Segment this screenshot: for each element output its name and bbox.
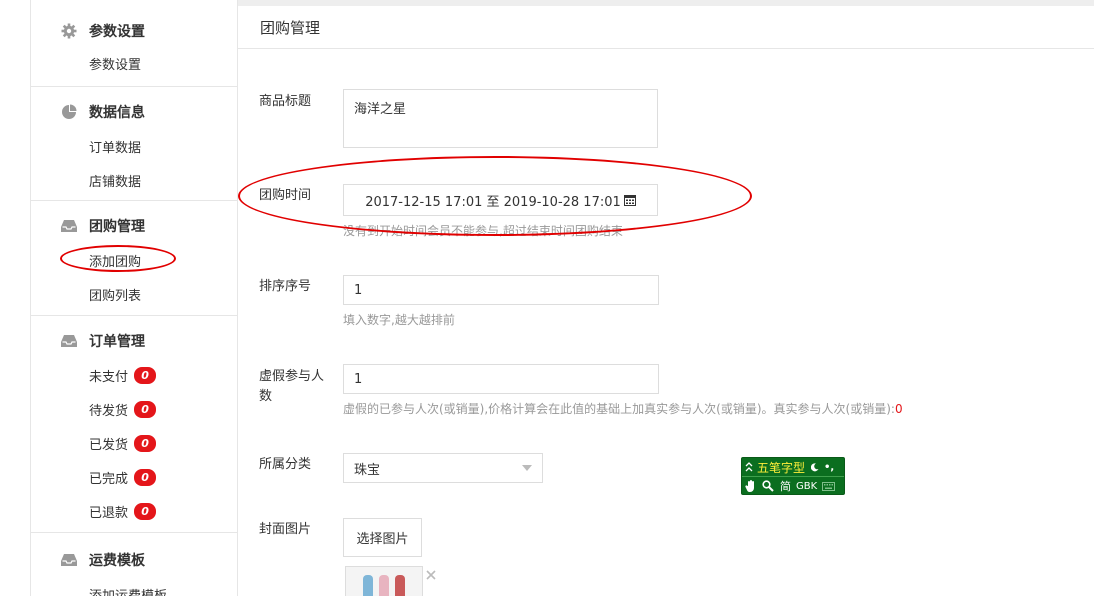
sidebar: 参数设置 参数设置 数据信息 订单数据 店铺数据 团购管理 添加团购 团购列表 xyxy=(30,0,238,596)
sidebar-item-order-data[interactable]: 订单数据 xyxy=(31,129,237,163)
title-textarea[interactable]: 海洋之星 xyxy=(343,89,658,148)
category-value: 珠宝 xyxy=(354,462,381,478)
sort-value: 1 xyxy=(354,282,363,298)
sidebar-item-add-shipping-template[interactable]: 添加运费模板 xyxy=(31,577,237,596)
sidebar-group-head-params[interactable]: 参数设置 xyxy=(31,16,237,46)
sidebar-item-shipped[interactable]: 已发货 0 xyxy=(31,426,237,460)
cover-image-label: 封面图片 xyxy=(259,522,312,537)
sidebar-item-shop-data[interactable]: 店铺数据 xyxy=(31,163,237,197)
inbox-icon xyxy=(61,333,77,349)
ime-mode-label[interactable]: 五笔字型 xyxy=(757,459,805,476)
page-title: 团购管理 xyxy=(260,18,321,37)
sidebar-group-title: 参数设置 xyxy=(89,24,145,40)
moon-icon[interactable] xyxy=(811,462,819,472)
keyboard-icon[interactable] xyxy=(822,481,836,491)
count-badge: 0 xyxy=(134,502,157,520)
page-header: 团购管理 xyxy=(238,6,1094,49)
sidebar-item-groupbuy-list[interactable]: 团购列表 xyxy=(31,277,237,311)
sidebar-group-title: 订单管理 xyxy=(89,334,145,350)
sidebar-item-label: 待发货 xyxy=(89,403,129,419)
sidebar-item-refunded[interactable]: 已退款 0 xyxy=(31,494,237,528)
pie-chart-icon xyxy=(61,104,77,120)
select-image-label: 选择图片 xyxy=(356,532,409,547)
sidebar-item-to-ship[interactable]: 待发货 0 xyxy=(31,392,237,426)
ime-toolbar-bottom-row: 简 GBK xyxy=(742,477,844,495)
sidebar-item-label: 店铺数据 xyxy=(89,174,142,190)
search-icon[interactable] xyxy=(762,480,774,492)
sidebar-item-label: 添加团购 xyxy=(89,254,142,270)
sidebar-item-completed[interactable]: 已完成 0 xyxy=(31,460,237,494)
count-badge: 0 xyxy=(134,366,157,384)
sidebar-item-label: 已退款 xyxy=(89,505,129,521)
sidebar-item-label: 订单数据 xyxy=(89,140,142,156)
remove-image-icon[interactable] xyxy=(426,570,436,580)
sidebar-item-label: 添加运费模板 xyxy=(89,588,168,596)
inbox-icon xyxy=(61,218,77,234)
ime-encoding-label[interactable]: GBK xyxy=(796,481,817,492)
ime-simplified-label[interactable]: 简 xyxy=(780,478,791,494)
sidebar-group-title: 运费模板 xyxy=(89,553,145,569)
count-badge: 0 xyxy=(134,400,157,418)
real-participants-count: 0 xyxy=(894,402,903,416)
sidebar-item-label: 未支付 xyxy=(89,369,129,385)
title-value: 海洋之星 xyxy=(354,102,407,117)
thumbnail-bottle xyxy=(363,575,373,596)
ime-expand-icon[interactable] xyxy=(745,462,753,472)
thumbnail-bottle xyxy=(379,575,389,596)
sidebar-group-head-groupbuy[interactable]: 团购管理 xyxy=(31,211,237,241)
hand-icon[interactable] xyxy=(745,480,756,492)
fake-participants-hint: 虚假的已参与人次(或销量),价格计算会在此值的基础上加真实参与人次(或销量)。真… xyxy=(343,400,903,417)
sidebar-group-title: 团购管理 xyxy=(89,219,145,235)
calendar-icon[interactable] xyxy=(623,194,636,206)
inbox-icon xyxy=(61,552,77,568)
sidebar-item-params[interactable]: 参数设置 xyxy=(31,46,237,80)
time-range-value: 2017-12-15 17:01 至 2019-10-28 17:01 xyxy=(365,194,621,210)
fake-participants-label: 虚假参与人数 xyxy=(259,369,325,404)
category-select[interactable]: 珠宝 xyxy=(343,453,543,483)
fake-participants-hint-text: 虚假的已参与人次(或销量),价格计算会在此值的基础上加真实参与人次(或销量)。真… xyxy=(343,402,895,416)
sidebar-group-title: 数据信息 xyxy=(89,105,145,121)
select-image-button[interactable]: 选择图片 xyxy=(343,518,422,557)
punctuation-icon[interactable]: •, xyxy=(824,462,834,473)
ime-toolbar[interactable]: 五笔字型 •, 简 GBK xyxy=(741,457,845,495)
sidebar-group-orders: 订单管理 未支付 0 待发货 0 已发货 0 已完成 0 已退款 0 xyxy=(31,316,237,533)
count-badge: 0 xyxy=(134,434,157,452)
sort-hint: 填入数字,越大越排前 xyxy=(343,313,455,327)
sort-label: 排序序号 xyxy=(259,279,312,294)
ime-toolbar-top-row: 五笔字型 •, xyxy=(742,458,844,476)
sidebar-item-unpaid[interactable]: 未支付 0 xyxy=(31,358,237,392)
sidebar-group-data: 数据信息 订单数据 店铺数据 xyxy=(31,87,237,201)
time-label: 团购时间 xyxy=(259,188,312,203)
time-hint: 没有到开始时间会员不能参与,超过结束时间团购结束 xyxy=(343,224,623,238)
sidebar-item-label: 参数设置 xyxy=(89,57,142,73)
count-badge: 0 xyxy=(134,468,157,486)
sidebar-group-head-orders[interactable]: 订单管理 xyxy=(31,326,237,356)
chevron-down-icon xyxy=(522,465,532,471)
fake-participants-input[interactable]: 1 xyxy=(343,364,659,394)
sidebar-item-label: 团购列表 xyxy=(89,288,142,304)
sidebar-group-head-shipping[interactable]: 运费模板 xyxy=(31,545,237,575)
cover-image-thumbnail xyxy=(345,566,423,596)
category-label: 所属分类 xyxy=(259,457,312,472)
sidebar-group-params: 参数设置 参数设置 xyxy=(31,0,237,87)
time-range-input[interactable]: 2017-12-15 17:01 至 2019-10-28 17:01 xyxy=(343,184,658,216)
sidebar-item-label: 已完成 xyxy=(89,471,129,487)
sidebar-group-head-data[interactable]: 数据信息 xyxy=(31,97,237,127)
gear-icon xyxy=(61,23,77,39)
fake-participants-value: 1 xyxy=(354,371,363,387)
sidebar-item-add-groupbuy[interactable]: 添加团购 xyxy=(31,243,237,277)
sort-input[interactable]: 1 xyxy=(343,275,659,305)
sidebar-item-label: 已发货 xyxy=(89,437,129,453)
sidebar-group-shipping: 运费模板 添加运费模板 xyxy=(31,533,237,596)
title-label: 商品标题 xyxy=(259,94,312,109)
thumbnail-bottle xyxy=(395,575,405,596)
sidebar-group-groupbuy: 团购管理 添加团购 团购列表 xyxy=(31,201,237,316)
